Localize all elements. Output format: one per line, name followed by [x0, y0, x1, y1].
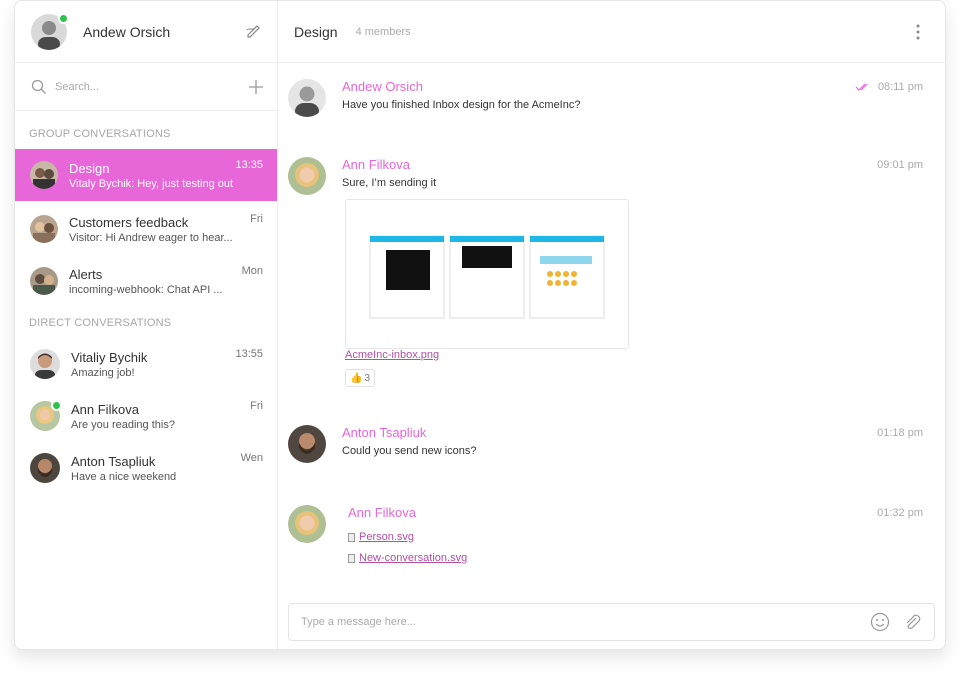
double-check-icon: [855, 83, 868, 91]
search-input[interactable]: [55, 80, 249, 93]
plus-icon[interactable]: [249, 79, 263, 94]
conversation-time: Fri: [250, 213, 263, 225]
message-author[interactable]: Ann Filkova: [342, 157, 410, 172]
profile-header: Andew Orsich: [15, 1, 277, 63]
user-avatar[interactable]: [31, 12, 69, 50]
chat-panel: Design 4 members Andew Orsich 08:11 pm H…: [278, 1, 945, 649]
message-author[interactable]: Andew Orsich: [342, 79, 423, 94]
conversation-time: 13:55: [235, 348, 263, 360]
conversation-time: 13:35: [235, 159, 263, 171]
conversation-title: Customers feedback: [69, 214, 189, 230]
message: Ann Filkova 01:32 pm Person.svg New-conv…: [288, 505, 923, 569]
message-avatar: [288, 505, 326, 543]
image-attachment-preview[interactable]: [345, 199, 629, 349]
online-status-dot: [58, 12, 69, 24]
group-avatar: [30, 267, 58, 295]
emoji-icon[interactable]: [870, 612, 890, 632]
conversation-preview: Vitaly Bychik: Hey, just testing out: [69, 177, 234, 190]
online-status-dot: [51, 400, 62, 411]
message-input[interactable]: [301, 616, 870, 628]
conversation-preview: Are you reading this?: [71, 418, 175, 431]
message-time: 01:18 pm: [877, 427, 923, 439]
conversation-preview: Amazing job!: [71, 366, 135, 379]
message: Ann Filkova 09:01 pm Sure, I’m sending i…: [288, 157, 923, 393]
message-text: Sure, I’m sending it: [342, 177, 437, 189]
conversation-vitaliy-bychik[interactable]: Vitaliy Bychik Amazing job! 13:55: [15, 338, 277, 390]
contact-avatar: [30, 453, 60, 483]
file-attachment[interactable]: New-conversation.svg: [348, 552, 467, 564]
chat-members-count[interactable]: 4 members: [356, 26, 411, 38]
direct-conversations-heading: DIRECT CONVERSATIONS: [29, 317, 172, 329]
conversation-preview: incoming-webhook: Chat API ...: [69, 283, 223, 296]
conversation-customers-feedback[interactable]: Customers feedback Visitor: Hi Andrew ea…: [15, 203, 277, 255]
chat-header: Design 4 members: [278, 1, 945, 63]
message-avatar: [288, 425, 326, 463]
search-icon: [31, 79, 46, 94]
file-attachment[interactable]: Person.svg: [348, 531, 414, 543]
conversation-preview: Have a nice weekend: [71, 470, 177, 483]
file-icon: [348, 553, 355, 563]
chat-title: Design: [294, 23, 338, 40]
conversation-alerts[interactable]: Alerts incoming-webhook: Chat API ... Mo…: [15, 255, 277, 307]
conversation-title: Anton Tsapliuk: [71, 453, 156, 469]
message-text: Could you send new icons?: [342, 445, 477, 457]
message: Andew Orsich 08:11 pm Have you finished …: [288, 79, 923, 119]
conversation-title: Ann Filkova: [71, 401, 139, 417]
kebab-menu-icon[interactable]: [915, 23, 921, 41]
message: Anton Tsapliuk 01:18 pm Could you send n…: [288, 425, 923, 465]
sidebar: Andew Orsich GROUP CONVERSATIONS Design …: [15, 1, 278, 649]
conversation-title: Design: [69, 160, 110, 176]
file-icon: [348, 532, 355, 542]
reaction-badge[interactable]: 👍 3: [345, 369, 375, 387]
file-link[interactable]: New-conversation.svg: [359, 552, 467, 564]
message-text: Have you finished Inbox design for the A…: [342, 99, 581, 111]
search-bar: [15, 63, 277, 111]
conversation-title: Vitaliy Bychik: [71, 349, 148, 365]
conversation-anton-tsapliuk[interactable]: Anton Tsapliuk Have a nice weekend Wen: [15, 442, 277, 494]
conversation-time: Mon: [241, 265, 263, 277]
chat-app: Andew Orsich GROUP CONVERSATIONS Design …: [14, 0, 946, 650]
group-avatar: [30, 161, 58, 189]
attachment-link[interactable]: AcmeInc-inbox.png: [345, 349, 439, 361]
message-time: 09:01 pm: [877, 159, 923, 171]
message-time: 01:32 pm: [877, 507, 923, 519]
message-avatar: [288, 157, 326, 195]
group-conversations-heading: GROUP CONVERSATIONS: [29, 128, 171, 140]
message-avatar: [288, 79, 326, 117]
message-composer: [288, 603, 935, 641]
contact-avatar: [30, 400, 62, 431]
message-author[interactable]: Ann Filkova: [348, 505, 416, 520]
user-name: Andew Orsich: [83, 23, 171, 40]
conversation-design[interactable]: Design Vitaly Bychik: Hey, just testing …: [15, 149, 277, 201]
thumbs-up-icon: 👍: [349, 372, 363, 384]
conversation-preview: Visitor: Hi Andrew eager to hear...: [69, 231, 233, 244]
conversation-title: Alerts: [69, 266, 103, 282]
message-author[interactable]: Anton Tsapliuk: [342, 425, 426, 440]
conversation-time: Wen: [240, 452, 263, 464]
contact-avatar: [30, 349, 60, 379]
message-time: 08:11 pm: [877, 81, 923, 93]
paperclip-icon[interactable]: [902, 612, 922, 632]
conversation-ann-filkova[interactable]: Ann Filkova Are you reading this? Fri: [15, 390, 277, 442]
file-link[interactable]: Person.svg: [359, 531, 414, 543]
compose-icon[interactable]: [245, 21, 263, 39]
reaction-count: 3: [364, 372, 370, 384]
group-avatar: [30, 215, 58, 243]
conversation-time: Fri: [250, 400, 263, 412]
